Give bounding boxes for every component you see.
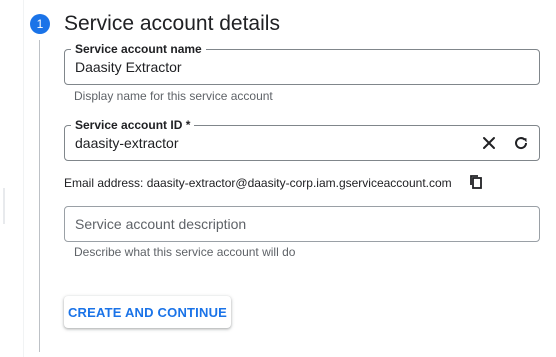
service-account-name-hint: Display name for this service account: [74, 89, 273, 103]
service-account-id-input[interactable]: daasity-extractor: [75, 126, 178, 160]
service-account-form: 1 Service account details Service accoun…: [0, 0, 556, 357]
step-connector-line: [39, 40, 40, 352]
service-account-name-input[interactable]: Daasity Extractor: [75, 50, 182, 84]
email-address-text: Email address: daasity-extractor@daasity…: [64, 176, 452, 190]
step-title: Service account details: [64, 12, 280, 35]
create-and-continue-button[interactable]: CREATE AND CONTINUE: [64, 296, 231, 328]
step-number-badge: 1: [30, 14, 50, 34]
left-panel-edge: [0, 0, 24, 357]
service-account-description-input[interactable]: Service account description: [75, 207, 246, 241]
service-account-description-hint: Describe what this service account will …: [74, 245, 296, 259]
close-icon[interactable]: [477, 131, 501, 155]
copy-icon[interactable]: [467, 173, 485, 191]
service-account-name-field[interactable]: Service account name Daasity Extractor: [64, 41, 540, 85]
refresh-icon[interactable]: [509, 131, 533, 155]
service-account-id-field[interactable]: Service account ID * daasity-extractor: [64, 117, 540, 161]
service-account-description-field[interactable]: Service account description: [64, 206, 540, 242]
left-panel-tick: [3, 188, 5, 224]
